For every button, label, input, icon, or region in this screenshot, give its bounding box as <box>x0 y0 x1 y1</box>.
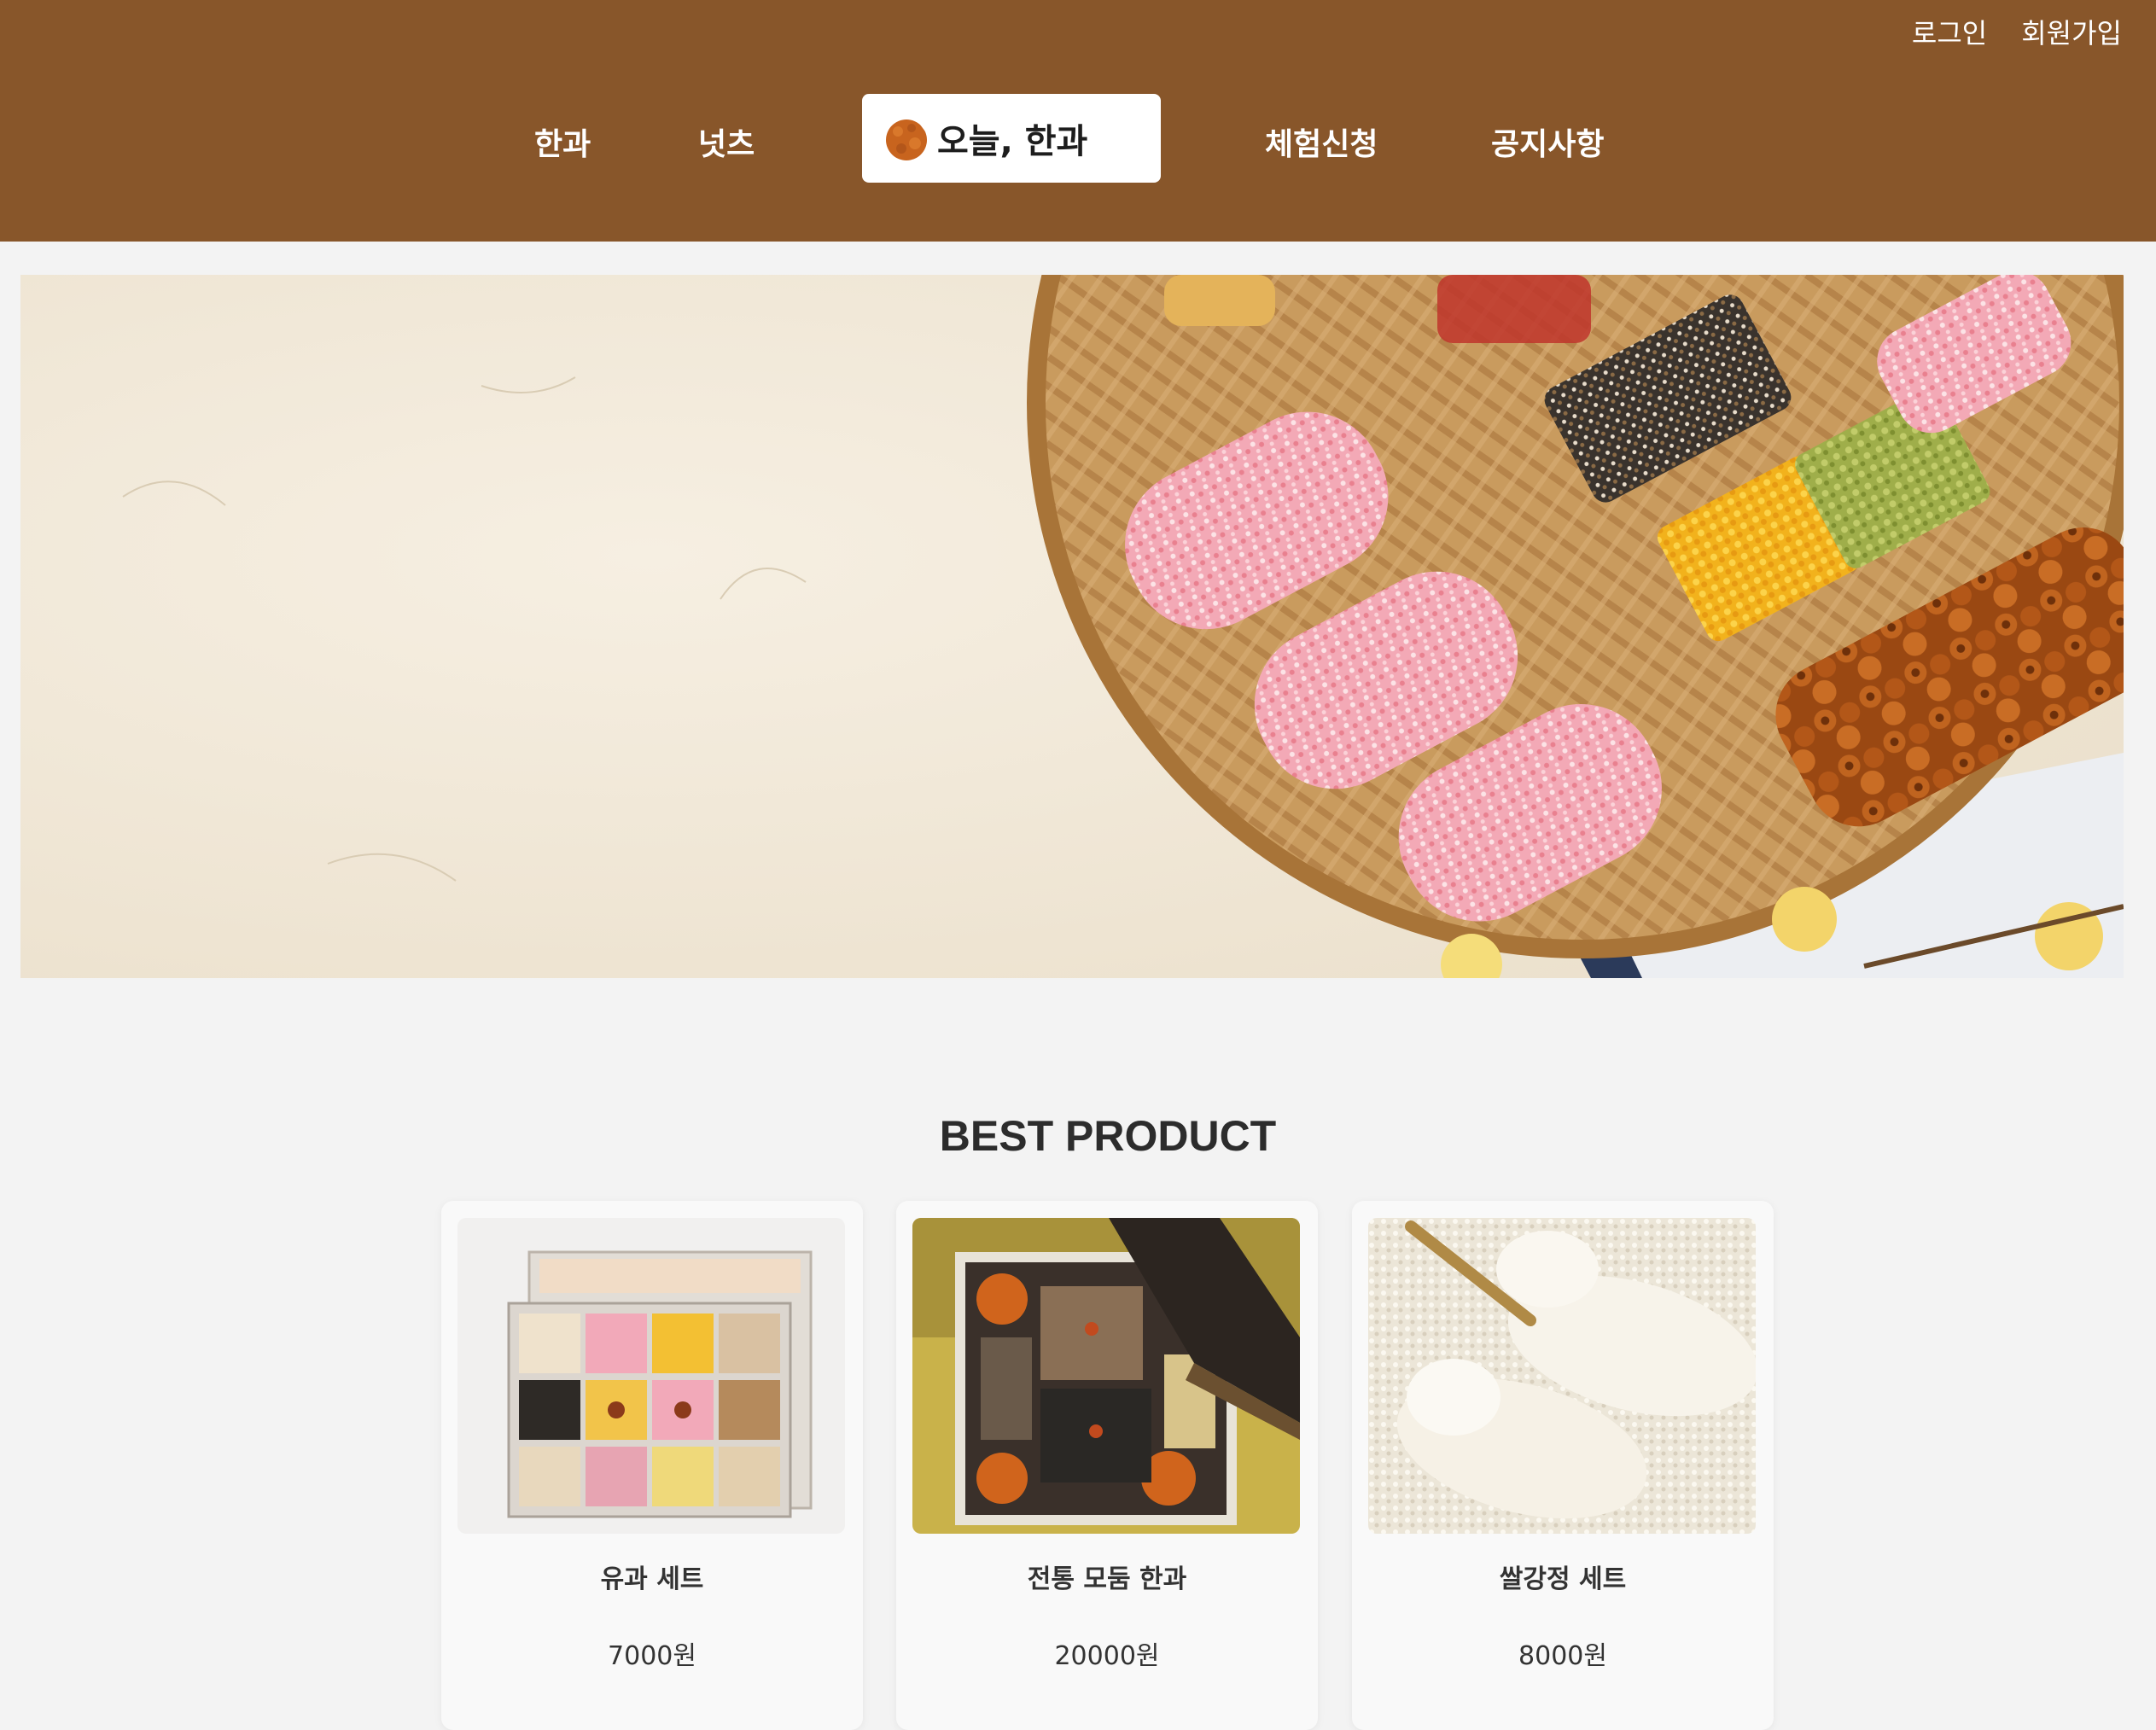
nav-experience[interactable]: 체험신청 <box>1265 119 1378 164</box>
logo-text: 오늘, 한과 <box>937 122 1088 161</box>
product-card[interactable]: 쌀강정 세트 8000원 <box>1352 1201 1774 1730</box>
hero-banner-image <box>20 275 2124 978</box>
hangwa-logo-icon <box>886 119 930 160</box>
hero-banner <box>20 275 2124 978</box>
product-name: 유과 세트 <box>600 1564 704 1594</box>
site-header: 로그인 회원가입 한과 넛츠 오늘, 한과 체험신청 공지사항 <box>0 0 2156 242</box>
best-product-title: BEST PRODUCT <box>939 1112 1277 1160</box>
product-card[interactable]: 전통 모둠 한과 20000원 <box>896 1201 1318 1730</box>
product-image-assorted-hangwa <box>912 1218 1300 1534</box>
signup-link[interactable]: 회원가입 <box>2021 12 2122 51</box>
product-price: 8000원 <box>1518 1641 1607 1671</box>
product-price: 7000원 <box>608 1641 696 1671</box>
product-name: 쌀강정 세트 <box>1499 1564 1627 1594</box>
product-price: 20000원 <box>1054 1641 1160 1671</box>
product-image-rice-gangjeong <box>1368 1218 1756 1534</box>
product-name: 전통 모둠 한과 <box>1027 1564 1187 1594</box>
login-link[interactable]: 로그인 <box>1912 12 1987 51</box>
product-card[interactable]: 유과 세트 7000원 <box>441 1201 863 1730</box>
product-image-yugwa-set <box>457 1218 845 1534</box>
site-logo[interactable]: 오늘, 한과 <box>862 94 1161 183</box>
auth-links: 로그인 회원가입 <box>1912 12 2122 51</box>
nav-hangwa[interactable]: 한과 <box>534 119 591 164</box>
nav-nuts[interactable]: 넛츠 <box>698 119 755 164</box>
nav-notice[interactable]: 공지사항 <box>1491 119 1604 164</box>
